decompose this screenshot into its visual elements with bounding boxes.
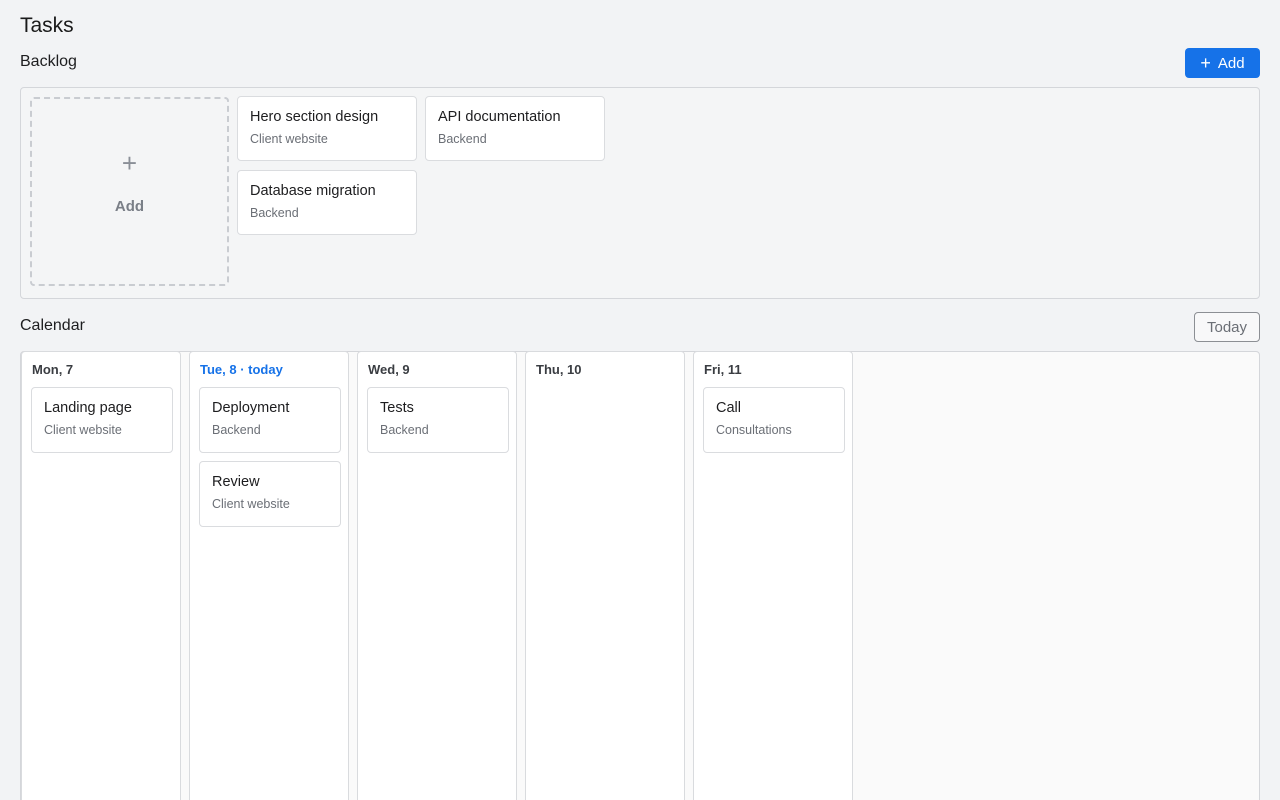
calendar-title: Calendar xyxy=(20,317,85,334)
day-column-fri: Fri, 11 Call Consultations xyxy=(693,351,853,800)
backlog-panel: + Add Hero section design Client website… xyxy=(20,87,1260,299)
card-project: Consultations xyxy=(716,423,792,437)
day-header: Thu, 10 xyxy=(536,362,582,377)
task-card[interactable]: Call Consultations xyxy=(703,387,845,453)
task-card[interactable]: Landing page Client website xyxy=(31,387,173,453)
backlog-card[interactable]: Database migration Backend xyxy=(237,170,417,235)
card-project: Backend xyxy=(212,423,261,437)
card-project: Backend xyxy=(380,423,429,437)
day-header: Wed, 9 xyxy=(368,362,410,377)
page-title: Tasks xyxy=(20,14,74,37)
plus-icon: + xyxy=(121,148,138,178)
calendar-panel: Mon, 7 Landing page Client website Tue, … xyxy=(20,351,1260,800)
add-task-tile[interactable]: + Add xyxy=(30,97,229,286)
card-title: Deployment xyxy=(212,400,290,416)
card-project: Client website xyxy=(44,423,122,437)
card-project: Client website xyxy=(250,132,328,146)
backlog-title: Backlog xyxy=(20,53,77,70)
day-header-today: Tue, 8 · today xyxy=(200,362,283,377)
day-column-mon: Mon, 7 Landing page Client website xyxy=(21,351,181,800)
task-card[interactable]: Tests Backend xyxy=(367,387,509,453)
card-project: Backend xyxy=(250,206,299,220)
card-title: Call xyxy=(716,400,741,416)
today-button[interactable]: Today xyxy=(1194,312,1260,342)
card-title: Tests xyxy=(380,400,414,416)
card-project: Backend xyxy=(438,132,487,146)
day-header: Mon, 7 xyxy=(32,362,74,377)
backlog-card[interactable]: API documentation Backend xyxy=(425,96,605,161)
card-title: Database migration xyxy=(250,183,376,199)
task-card[interactable]: Review Client website xyxy=(199,461,341,527)
card-title: Hero section design xyxy=(250,109,379,125)
plus-icon: + xyxy=(1200,53,1211,73)
day-header: Fri, 11 xyxy=(704,362,742,377)
card-project: Client website xyxy=(212,497,290,511)
card-title: API documentation xyxy=(438,109,561,125)
card-title: Landing page xyxy=(44,400,132,416)
day-column-tue: Tue, 8 · today Deployment Backend Review… xyxy=(189,351,349,800)
card-title: Review xyxy=(212,474,260,490)
backlog-card[interactable]: Hero section design Client website xyxy=(237,96,417,161)
add-button-label: Add xyxy=(1217,54,1245,72)
add-tile-label: Add xyxy=(114,198,145,215)
day-column-thu: Thu, 10 xyxy=(525,351,685,800)
day-column-wed: Wed, 9 Tests Backend xyxy=(357,351,517,800)
add-task-button[interactable]: + Add xyxy=(1185,48,1260,78)
task-card[interactable]: Deployment Backend xyxy=(199,387,341,453)
